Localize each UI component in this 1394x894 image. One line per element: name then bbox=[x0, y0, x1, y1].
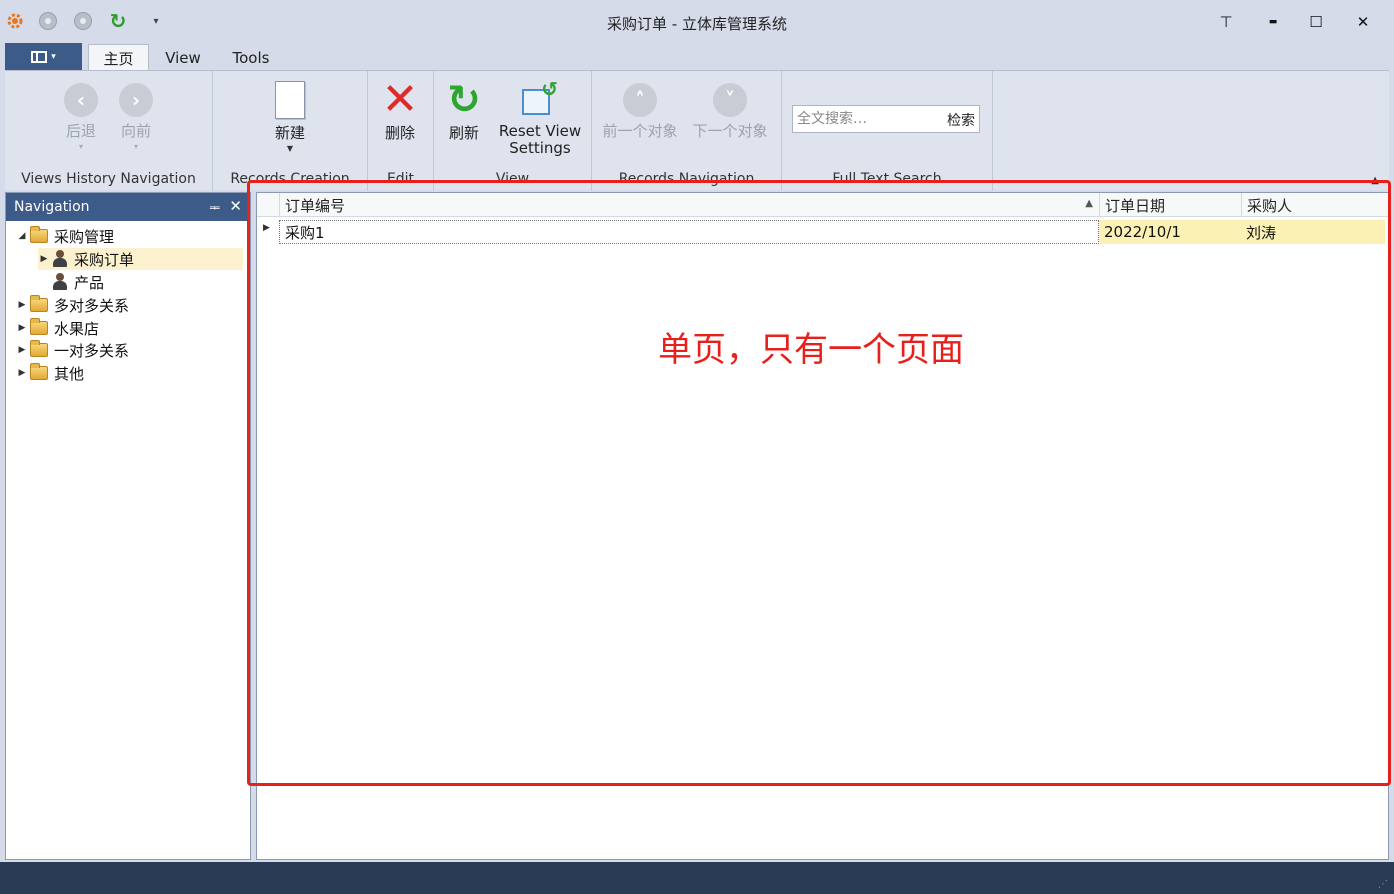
delete-button[interactable]: ✕ 删除 bbox=[378, 74, 422, 142]
person-icon bbox=[52, 250, 68, 268]
tree-item-fruit-shop[interactable]: ▶ 水果店 bbox=[16, 317, 99, 339]
chevron-down-icon: ▾ bbox=[133, 142, 138, 151]
maximize-button[interactable]: ☐ bbox=[1302, 10, 1330, 34]
arrow-up-icon: ˄ bbox=[623, 83, 657, 117]
next-object-button[interactable]: ˅ 下一个对象 bbox=[690, 83, 770, 140]
data-grid: 订单编号 ▲ 订单日期 采购人 ▶ 采购1 2022/10/1 刘涛 bbox=[256, 192, 1389, 860]
cell-order-number[interactable]: 采购1 bbox=[279, 220, 1099, 244]
column-header-order-date[interactable]: 订单日期 bbox=[1099, 193, 1241, 217]
folder-icon bbox=[30, 363, 48, 380]
tree-item-label: 采购订单 bbox=[74, 250, 135, 269]
folder-icon bbox=[30, 226, 48, 243]
row-indicator-icon: ▶ bbox=[263, 223, 270, 233]
group-views-history-navigation: ‹ 后退 ▾ › 向前 ▾ Views History Navigation bbox=[5, 71, 213, 191]
folder-icon bbox=[30, 318, 48, 335]
group-full-text-search: 检索 Full Text Search bbox=[782, 71, 993, 191]
reset-label-line1: Reset View bbox=[498, 122, 582, 140]
tab-view[interactable]: View bbox=[155, 44, 211, 71]
delete-x-icon: ✕ bbox=[381, 74, 419, 125]
group-label: Views History Navigation bbox=[21, 171, 196, 187]
tab-tools[interactable]: Tools bbox=[222, 44, 280, 71]
reset-view-settings-button[interactable]: ↺ Reset View Settings bbox=[498, 77, 582, 157]
title-bar: ↻ ▾ 采购订单 - 立体库管理系统 ⊤ ▬ ☐ ✕ bbox=[0, 0, 1394, 42]
resize-grip-icon[interactable]: ⋰ bbox=[1378, 879, 1388, 890]
column-header-order-number[interactable]: 订单编号 ▲ bbox=[279, 193, 1099, 217]
chevron-down-icon: ▼ bbox=[286, 144, 294, 153]
tree-item-product[interactable]: 产品 bbox=[38, 271, 104, 293]
refresh-button[interactable]: ↻ 刷新 bbox=[442, 77, 486, 142]
forward-button[interactable]: › 向前 ▾ bbox=[116, 83, 156, 151]
chevron-down-icon: ▾ bbox=[78, 142, 83, 151]
tree-item-label: 采购管理 bbox=[54, 227, 115, 246]
status-bar: ⋰ bbox=[0, 862, 1394, 894]
chevron-down-icon: ▾ bbox=[51, 51, 56, 62]
column-header-purchaser[interactable]: 采购人 bbox=[1241, 193, 1388, 217]
group-records-navigation: ˄ 前一个对象 ˅ 下一个对象 Records Navigation bbox=[592, 71, 782, 191]
arrow-right-icon: › bbox=[119, 83, 153, 117]
new-button[interactable]: 新建 ▼ bbox=[268, 81, 312, 153]
table-row[interactable]: ▶ 采购1 2022/10/1 刘涛 bbox=[257, 220, 1388, 244]
tree-item-many-to-many[interactable]: ▶ 多对多关系 bbox=[16, 294, 129, 316]
tree-item-label: 一对多关系 bbox=[54, 341, 130, 360]
folder-icon bbox=[30, 295, 48, 312]
tree-item-label: 水果店 bbox=[54, 319, 100, 338]
cell-purchaser[interactable]: 刘涛 bbox=[1241, 220, 1385, 244]
group-label: View bbox=[495, 171, 530, 187]
group-view: ↻ 刷新 ↺ Reset View Settings View bbox=[434, 71, 592, 191]
previous-object-button[interactable]: ˄ 前一个对象 bbox=[600, 83, 680, 140]
collapse-ribbon-icon[interactable]: ▲ bbox=[1371, 175, 1379, 186]
group-label: Full Text Search bbox=[832, 171, 942, 187]
expand-icon[interactable]: ▶ bbox=[16, 300, 28, 310]
group-label: Edit bbox=[386, 171, 415, 187]
minimize-button[interactable]: ▬ bbox=[1259, 10, 1287, 34]
arrow-left-icon: ‹ bbox=[64, 83, 98, 117]
refresh-icon: ↻ bbox=[447, 77, 481, 123]
tree-item-one-to-many[interactable]: ▶ 一对多关系 bbox=[16, 339, 129, 361]
folder-icon bbox=[30, 340, 48, 357]
grid-header: 订单编号 ▲ 订单日期 采购人 bbox=[257, 193, 1388, 217]
tree-item-label: 产品 bbox=[74, 273, 105, 292]
group-records-creation: 新建 ▼ Records Creation bbox=[213, 71, 368, 191]
file-menu-button[interactable]: ▾ bbox=[5, 43, 82, 70]
expand-icon[interactable]: ▶ bbox=[16, 323, 28, 333]
annotation-text: 单页，只有一个页面 bbox=[658, 330, 964, 370]
navigation-title: Navigation bbox=[14, 199, 90, 215]
group-label: Records Creation bbox=[230, 171, 350, 187]
restore-ribbon-icon[interactable]: ⊤ bbox=[1212, 10, 1240, 34]
file-menu-icon bbox=[31, 50, 48, 63]
tree-item-label: 多对多关系 bbox=[54, 296, 130, 315]
search-box: 检索 bbox=[792, 105, 980, 133]
tree-item-other[interactable]: ▶ 其他 bbox=[16, 362, 84, 384]
navigation-tree: ◢ 采购管理 ▶ 采购订单 产品 ▶ 多对多关系 ▶ 水果店 ▶ 一对多关系 ▶… bbox=[6, 221, 250, 851]
arrow-down-icon: ˅ bbox=[713, 83, 747, 117]
pin-icon[interactable]: ᆍ bbox=[209, 199, 220, 216]
group-label: Records Navigation bbox=[618, 171, 755, 187]
tree-item-purchase-order[interactable]: ▶ 采购订单 bbox=[38, 248, 243, 270]
window-title: 采购订单 - 立体库管理系统 bbox=[607, 15, 787, 33]
back-button[interactable]: ‹ 后退 ▾ bbox=[61, 83, 101, 151]
group-edit: ✕ 删除 Edit bbox=[368, 71, 434, 191]
reset-view-icon: ↺ bbox=[522, 77, 558, 117]
search-input[interactable] bbox=[793, 107, 933, 131]
close-button[interactable]: ✕ bbox=[1349, 10, 1377, 34]
tree-item-label: 其他 bbox=[54, 364, 85, 383]
app-window: ↻ ▾ 采购订单 - 立体库管理系统 ⊤ ▬ ☐ ✕ ▾ 主页 View Too… bbox=[0, 0, 1394, 894]
person-icon bbox=[52, 273, 68, 291]
navigation-panel: Navigation ᆍ ✕ ◢ 采购管理 ▶ 采购订单 产品 ▶ 多对多关系 … bbox=[5, 192, 251, 860]
expand-icon[interactable]: ▶ bbox=[38, 254, 50, 264]
new-document-icon bbox=[275, 81, 305, 119]
collapse-icon[interactable]: ◢ bbox=[16, 231, 28, 241]
ribbon: ‹ 后退 ▾ › 向前 ▾ Views History Navigation 新… bbox=[5, 70, 1389, 191]
search-button[interactable]: 检索 bbox=[947, 110, 975, 130]
cell-order-date[interactable]: 2022/10/1 bbox=[1099, 220, 1241, 244]
tree-item-purchase-management[interactable]: ◢ 采购管理 bbox=[16, 225, 114, 247]
expand-icon[interactable]: ▶ bbox=[16, 368, 28, 378]
tab-home[interactable]: 主页 bbox=[88, 44, 149, 71]
expand-icon[interactable]: ▶ bbox=[16, 345, 28, 355]
close-panel-icon[interactable]: ✕ bbox=[229, 197, 242, 215]
reset-label-line2: Settings bbox=[509, 139, 571, 157]
navigation-header: Navigation ᆍ ✕ bbox=[6, 193, 250, 221]
sort-ascending-icon: ▲ bbox=[1085, 198, 1093, 209]
